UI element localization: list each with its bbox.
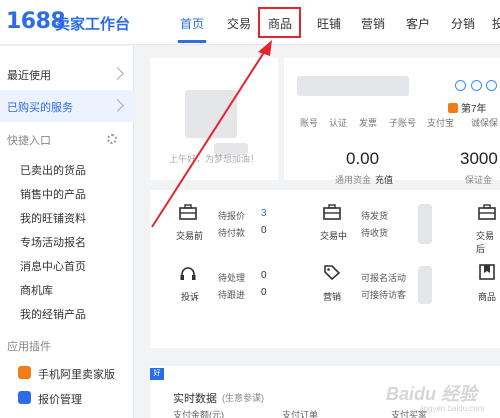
- balance-label: 通用资金: [335, 175, 372, 185]
- nav-more[interactable]: 投: [492, 15, 500, 32]
- nav-marketing[interactable]: 营销: [361, 15, 385, 32]
- column-header: 支付订单: [282, 410, 319, 418]
- sidebar-link[interactable]: 商机库: [20, 282, 53, 298]
- sidebar-item-label: 最近使用: [7, 70, 51, 82]
- deposit-label: 保证金: [465, 175, 493, 185]
- insurance-link[interactable]: 诚保保: [471, 116, 498, 129]
- nav-active-indicator: [178, 40, 206, 43]
- sidebar-link[interactable]: 专场活动报名: [20, 234, 86, 250]
- chevron-right-icon: [111, 99, 124, 112]
- sidebar: 最近使用 已购买的服务 快捷入口 已卖出的货品 销售中的产品 我的旺铺资料 专场…: [0, 46, 134, 418]
- sidebar-item-label: 已购买的服务: [7, 102, 73, 114]
- main-nav: 首页 交易 商品 旺铺 营销 客户 分销 投: [0, 15, 500, 35]
- sidebar-link[interactable]: 销售中的产品: [20, 186, 86, 202]
- stat-label[interactable]: 待报价: [218, 209, 245, 222]
- chevron-right-icon: [111, 67, 124, 80]
- watermark-url: jingyan.baidu.com: [420, 404, 485, 413]
- top-bar: 1688 卖家工作台 首页 交易 商品 旺铺 营销 客户 分销 投: [0, 0, 500, 45]
- realtime-title: 实时数据: [173, 393, 217, 405]
- shield-icon[interactable]: [471, 80, 482, 91]
- column-header: 支付金额(元): [173, 410, 224, 418]
- products-label[interactable]: 商品: [478, 290, 496, 303]
- stat-label[interactable]: 待发货: [361, 209, 388, 222]
- headset-icon: [180, 267, 196, 280]
- realtime-subtitle[interactable]: (生意参谋): [222, 391, 264, 404]
- gear-icon[interactable]: [107, 134, 117, 144]
- annotation-highlight-box: [258, 7, 301, 38]
- greeting-text: 上午好，为梦想加油！: [169, 154, 260, 164]
- sidebar-link[interactable]: 消息中心首页: [20, 258, 86, 274]
- briefcase-icon: [478, 204, 496, 220]
- water-drop-icon[interactable]: [455, 80, 466, 91]
- complaint-label[interactable]: 投诉: [181, 290, 199, 303]
- invoice-link[interactable]: 发票: [359, 116, 377, 129]
- sidebar-item-purchased[interactable]: 已购买的服务: [0, 90, 134, 122]
- avatar[interactable]: [185, 90, 237, 138]
- stat-value[interactable]: 3: [261, 208, 267, 219]
- stat-label[interactable]: 可报名活动: [361, 271, 406, 284]
- blurred-values: [418, 204, 432, 244]
- briefcase-icon: [179, 204, 197, 220]
- sub-account-link[interactable]: 子账号: [389, 116, 416, 129]
- deposit-value: 3000: [460, 149, 498, 168]
- stat-label[interactable]: 可接待访客: [361, 288, 406, 301]
- seller-rank: 第7年: [461, 104, 487, 115]
- stat-label[interactable]: 待收货: [361, 226, 388, 239]
- blurred-values: [418, 266, 432, 304]
- certification-link[interactable]: 认证: [329, 116, 347, 129]
- corner-tag: 好: [150, 368, 164, 380]
- verified-icon[interactable]: [486, 80, 497, 91]
- nav-distribution[interactable]: 分销: [451, 15, 475, 32]
- account-link[interactable]: 账号: [300, 116, 318, 129]
- nav-shop[interactable]: 旺铺: [317, 15, 341, 32]
- phone-app-icon: [18, 366, 31, 379]
- nav-customers[interactable]: 客户: [406, 15, 430, 32]
- watermark: Baidu 经验: [386, 384, 478, 404]
- sidebar-link[interactable]: 已卖出的货品: [20, 162, 86, 178]
- nav-trade[interactable]: 交易: [227, 15, 251, 32]
- pre-trade-label[interactable]: 交易前: [176, 229, 203, 242]
- balance-value: 0.00: [346, 149, 380, 168]
- stat-value[interactable]: 0: [261, 287, 267, 298]
- nav-home[interactable]: 首页: [180, 15, 204, 32]
- plugins-title: 应用插件: [7, 341, 51, 353]
- blurred-username: [297, 76, 409, 96]
- sidebar-item-recent[interactable]: 最近使用: [0, 58, 134, 90]
- rank-badge-icon: [448, 103, 458, 113]
- stat-value[interactable]: 0: [261, 225, 267, 236]
- briefcase-icon: [323, 204, 341, 220]
- tag-icon: [324, 265, 341, 280]
- post-trade-label[interactable]: 交易后: [476, 229, 500, 255]
- bookmark-icon: [479, 264, 495, 280]
- stat-label[interactable]: 待跟进: [218, 288, 245, 301]
- sidebar-link[interactable]: 我的旺铺资料: [20, 210, 86, 226]
- in-trade-label[interactable]: 交易中: [320, 229, 347, 242]
- stat-label[interactable]: 待处理: [218, 271, 245, 284]
- marketing-label[interactable]: 营销: [323, 290, 341, 303]
- alipay-link[interactable]: 支付宝: [427, 116, 454, 129]
- stat-value[interactable]: 0: [261, 270, 267, 281]
- quick-entry-title: 快捷入口: [7, 135, 51, 147]
- recharge-link[interactable]: 充值: [375, 173, 393, 186]
- stat-label[interactable]: 待付款: [218, 226, 245, 239]
- sidebar-link[interactable]: 我的经销产品: [20, 306, 86, 322]
- quote-icon: [18, 391, 31, 404]
